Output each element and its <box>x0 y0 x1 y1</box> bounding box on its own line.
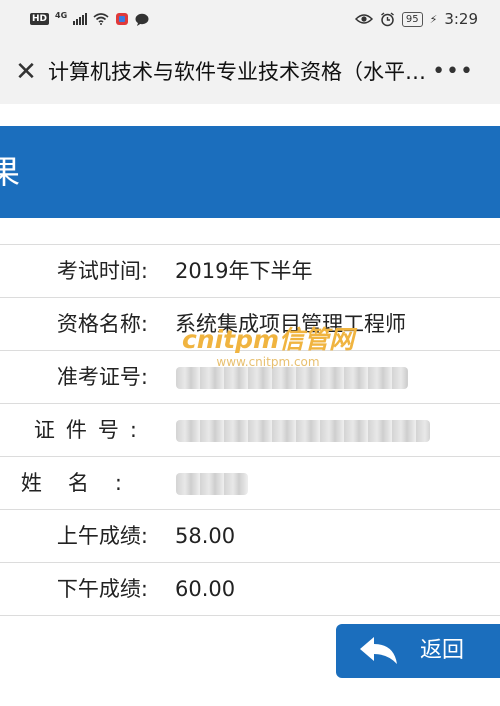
banner-title: 果 <box>0 153 21 191</box>
redacted-admission-number <box>176 367 408 389</box>
title-bar: ✕ 计算机技术与软件专业技术资格（水平… ••• <box>0 40 500 104</box>
network-type: 4G <box>55 10 68 20</box>
status-right: 95 ⚡ 3:29 <box>354 10 478 28</box>
charging-icon: ⚡ <box>429 12 438 26</box>
result-table: 考试时间: 2019年下半年 资格名称: 系统集成项目管理工程师 准考证号: 证… <box>0 244 500 616</box>
message-icon <box>135 13 149 26</box>
qualification-row: 资格名称: 系统集成项目管理工程师 <box>0 297 500 350</box>
close-icon: ✕ <box>15 57 37 87</box>
signal-icon <box>73 13 88 25</box>
name-row: 姓名: <box>0 456 500 509</box>
afternoon-score-label: 下午成绩: <box>56 577 148 601</box>
morning-score-value: 58.00 <box>175 524 236 548</box>
close-button[interactable]: ✕ <box>12 58 40 86</box>
exam-time-value: 2019年下半年 <box>175 259 313 283</box>
wifi-icon <box>93 13 109 25</box>
qualification-value: 系统集成项目管理工程师 <box>175 312 406 336</box>
back-button[interactable]: 返回 <box>336 624 500 678</box>
afternoon-score-row: 下午成绩: 60.00 <box>0 562 500 616</box>
exam-time-row: 考试时间: 2019年下半年 <box>0 244 500 297</box>
app-notification-icon <box>116 13 129 25</box>
battery-icon: 95 <box>401 11 423 27</box>
hd-icon: HD <box>30 13 50 25</box>
admission-number-row: 准考证号: <box>0 350 500 403</box>
more-button[interactable]: ••• <box>432 60 474 84</box>
back-button-label: 返回 <box>420 638 465 663</box>
clock: 3:29 <box>444 10 478 28</box>
page-title: 计算机技术与软件专业技术资格（水平… <box>48 60 426 84</box>
name-label: 姓名: <box>20 471 148 495</box>
qualification-label: 资格名称: <box>56 312 148 336</box>
id-number-row: 证件号: <box>0 403 500 456</box>
redacted-name <box>176 473 248 495</box>
exam-time-label: 考试时间: <box>56 259 148 283</box>
status-bar: HD 4G 95 ⚡ 3:29 <box>0 0 500 40</box>
redacted-id-number <box>176 420 430 442</box>
admission-number-label: 准考证号: <box>56 365 148 389</box>
eye-icon <box>354 14 373 24</box>
status-left: HD 4G <box>30 10 149 26</box>
morning-score-label: 上午成绩: <box>56 524 148 548</box>
more-icon: ••• <box>432 59 474 84</box>
afternoon-score-value: 60.00 <box>175 577 236 601</box>
alarm-icon <box>380 11 394 26</box>
banner: 果 <box>0 126 500 218</box>
morning-score-row: 上午成绩: 58.00 <box>0 509 500 562</box>
back-arrow-icon <box>360 637 397 664</box>
id-number-label: 证件号: <box>33 418 148 442</box>
